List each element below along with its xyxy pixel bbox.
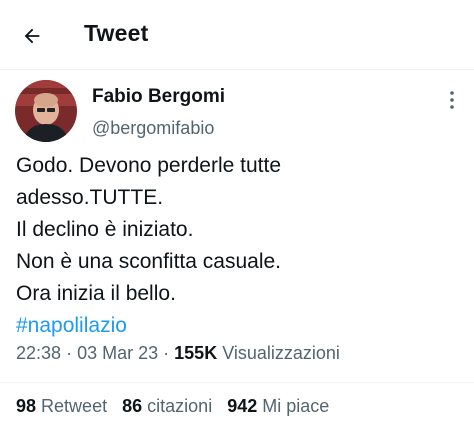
quotes-count: 86 [122, 396, 143, 416]
meta-separator: · [163, 343, 170, 363]
more-vertical-icon [450, 91, 454, 109]
author-handle[interactable]: @bergomifabio [92, 118, 214, 139]
retweets-label: Retweet [41, 396, 108, 416]
quotes-stat[interactable]: 86 citazioni [122, 396, 217, 416]
avatar-photo [15, 80, 77, 142]
tweet-meta: 22:38 · 03 Mar 23 · 155K Visualizzazioni [16, 343, 340, 364]
tweet-text-line: Godo. Devono perderle tutte [16, 154, 282, 177]
tweet-date[interactable]: 03 Mar 23 [77, 343, 158, 363]
author-display-name[interactable]: Fabio Bergomi [92, 86, 225, 108]
divider [0, 382, 474, 383]
likes-label: Mi piace [262, 396, 330, 416]
arrow-left-icon [24, 28, 40, 44]
tweet-text-line: Non è una sconfitta casuale. [16, 250, 282, 273]
retweets-stat[interactable]: 98 Retweet [16, 396, 112, 416]
engagement-stats: 98 Retweet 86 citazioni 942 Mi piace [16, 396, 339, 417]
meta-separator: · [66, 343, 73, 363]
more-options-button[interactable] [440, 88, 464, 112]
top-bar: Tweet [0, 0, 474, 70]
hashtag-link[interactable]: #napolilazio [16, 310, 456, 342]
tweet-text-line: adesso.TUTTE. [16, 186, 164, 209]
views-label: Visualizzazioni [222, 343, 340, 363]
tweet-text-line: Il declino è iniziato. [16, 218, 194, 241]
tweet-text-line: Ora inizia il bello. [16, 282, 176, 305]
avatar[interactable] [15, 80, 77, 142]
back-button[interactable] [14, 18, 50, 54]
tweet-text: Godo. Devono perderle tutte adesso.TUTTE… [16, 150, 456, 342]
page-title: Tweet [84, 20, 149, 46]
likes-count: 942 [227, 396, 258, 416]
retweets-count: 98 [16, 396, 37, 416]
quotes-label: citazioni [147, 396, 213, 416]
views-count: 155K [174, 343, 218, 363]
tweet-time[interactable]: 22:38 [16, 343, 61, 363]
likes-stat[interactable]: 942 Mi piace [227, 396, 329, 416]
